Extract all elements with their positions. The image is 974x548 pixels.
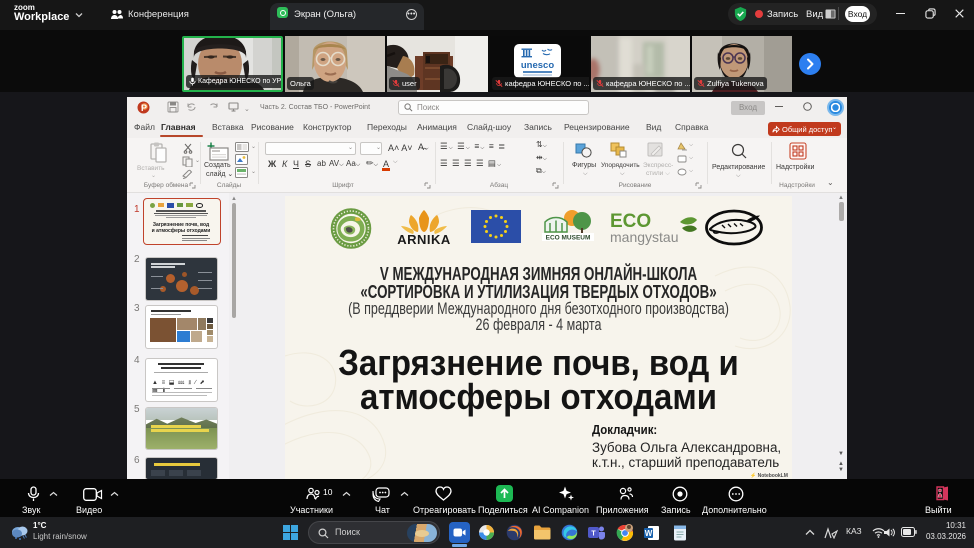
svg-text:W: W [644, 529, 652, 538]
svg-text:ECO MUSEUM: ECO MUSEUM [546, 235, 591, 242]
svg-text:T: T [591, 531, 596, 538]
svg-text:mangystau: mangystau [610, 229, 678, 245]
svg-text:unesco: unesco [521, 60, 554, 71]
svg-text:ARNIKA: ARNIKA [397, 232, 451, 246]
svg-text:P: P [141, 103, 147, 113]
